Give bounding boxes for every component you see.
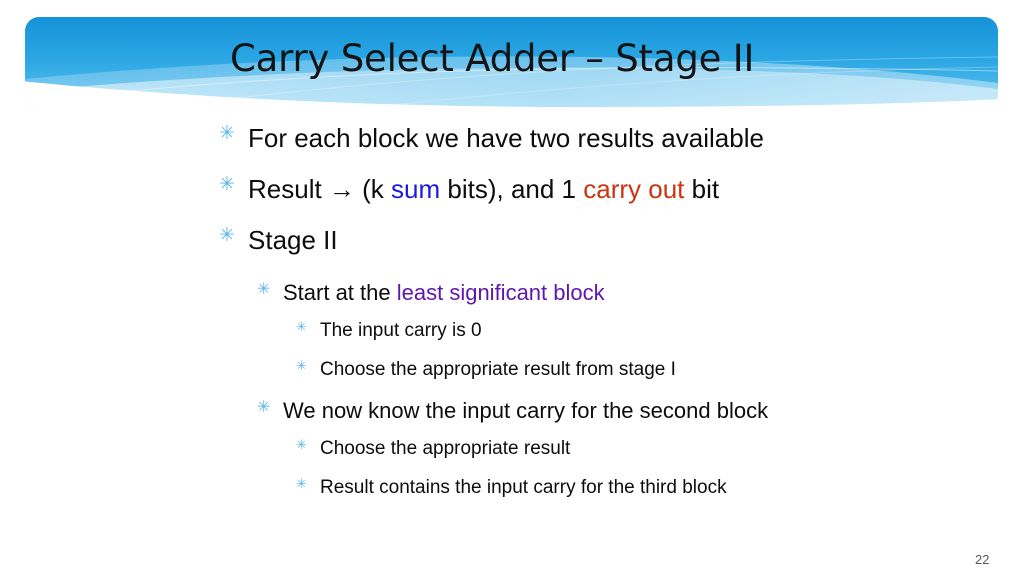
bullet-marker-icon: ✳ [219,122,235,144]
bullet-marker-icon: ✳ [296,359,307,374]
bullet-text: We now know the input carry for the seco… [283,398,769,423]
slide-canvas: Carry Select Adder – Stage II ✳ For each… [0,0,1024,576]
page-title: Carry Select Adder – Stage II [230,37,755,80]
bullet-item-level3: ✳ The input carry is 0 [0,316,1024,355]
bullet-marker-icon: ✳ [296,438,307,453]
bullet-text-part: Start at the [283,280,397,305]
bullet-text: For each block we have two results avail… [248,123,764,153]
bullet-item-level2: ✳ Start at the least significant block [0,276,1024,315]
emphasis-least-significant-block: least significant block [396,280,605,305]
bullet-text: Result → (k sum bits), and 1 carry out b… [248,174,719,204]
bullet-item-level3: ✳ Choose the appropriate result from sta… [0,355,1024,394]
bullet-text-part: Result → (k [248,174,392,204]
bullet-text: Result contains the input carry for the … [320,477,727,498]
bullet-marker-icon: ✳ [296,477,307,492]
bullet-marker-icon: ✳ [296,320,307,335]
bullet-marker-icon: ✳ [219,173,235,195]
emphasis-carry-out: carry out [583,174,685,204]
bullet-item-level3: ✳ Choose the appropriate result [0,434,1024,473]
bullet-text: Stage II [248,225,338,255]
bullet-marker-icon: ✳ [257,397,271,416]
bullet-item-level1: ✳ Stage II [0,220,1024,271]
bullet-text-part: bit [684,174,720,204]
bullet-marker-icon: ✳ [219,224,235,246]
bullet-item-level1: ✳ For each block we have two results ava… [0,118,1024,169]
bullet-text: Start at the least significant block [283,280,605,306]
bullet-text: The input carry is 0 [320,320,482,341]
slide-number: 22 [975,552,990,567]
slide-body: ✳ For each block we have two results ava… [0,118,1024,512]
emphasis-sum: sum [391,174,441,204]
bullet-text-part: bits), and 1 [440,174,584,204]
bullet-item-level3: ✳ Result contains the input carry for th… [0,473,1024,512]
bullet-item-level2: ✳ We now know the input carry for the se… [0,394,1024,433]
bullet-marker-icon: ✳ [257,279,271,298]
bullet-text: Choose the appropriate result from stage… [320,359,676,380]
bullet-text: Choose the appropriate result [320,438,571,459]
bullet-item-level1: ✳ Result → (k sum bits), and 1 carry out… [0,169,1024,220]
